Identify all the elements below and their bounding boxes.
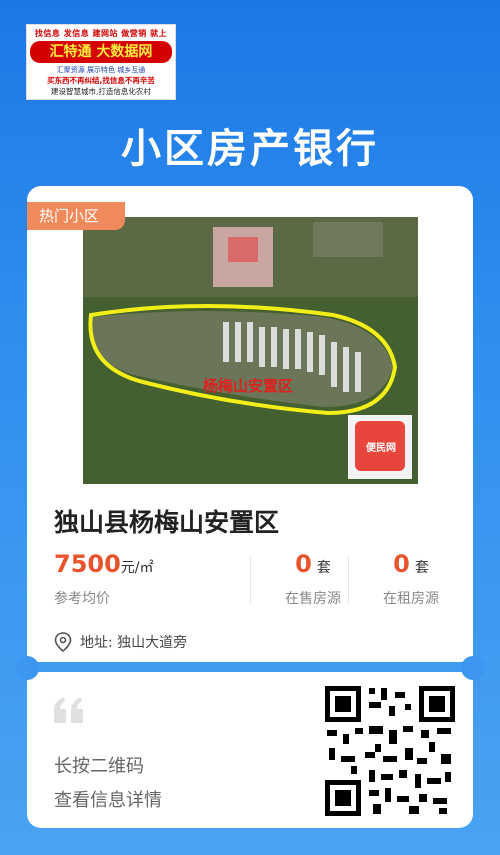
sale-suffix: 套 [316, 560, 331, 576]
price-label: 参考均价 [54, 591, 110, 607]
sale-count: 0 [295, 550, 312, 578]
page-title: 小区房产银行 [121, 126, 379, 172]
quote-icon [54, 697, 83, 723]
qr-code[interactable] [325, 686, 455, 816]
sponsor-banner[interactable]: 找信息 发信息 建网站 做营销 就上 汇特通 大数据网 汇聚资源 展示特色 城乡… [26, 24, 176, 100]
banner-slogan-line2: 建设智慧城市,打造信息化农村 [51, 87, 151, 96]
address-text: 地址: 独山大道旁 [80, 635, 188, 651]
hot-community-tag: 热门小区 [27, 202, 125, 230]
banner-slogan-top: 找信息 发信息 建网站 做营销 就上 [34, 29, 168, 38]
banner-slogan-line1: 买东西不再纠结,找信息不再辛苦 [47, 76, 155, 85]
community-name: 独山县杨梅山安置区 [54, 508, 280, 537]
qr-hint-line1: 长按二维码 [54, 756, 144, 777]
qr-badge-label: 便民网 [366, 443, 396, 454]
card-notch-right [461, 656, 485, 680]
address-row: 地址: 独山大道旁 [54, 632, 187, 652]
banner-brand: 汇特通 大数据网 [30, 41, 172, 63]
stat-divider [250, 555, 251, 605]
rent-label: 在租房源 [383, 591, 439, 607]
community-aerial-photo[interactable]: 杨梅山安置区 便民网 [83, 217, 418, 484]
for-rent-stat: 0 套 在租房源 [361, 550, 461, 608]
location-pin-icon [54, 632, 72, 652]
card-notch-left [15, 656, 39, 680]
banner-slogan-mid: 汇聚资源 展示特色 城乡互通 [56, 66, 146, 74]
qr-code-image [325, 686, 455, 816]
rent-suffix: 套 [414, 560, 429, 576]
price-value: 7500 [54, 550, 121, 578]
rent-count: 0 [393, 550, 410, 578]
qr-hint-line2: 查看信息详情 [54, 790, 162, 811]
photo-caption: 杨梅山安置区 [203, 377, 294, 395]
price-unit: 元/㎡ [120, 560, 154, 576]
stat-divider [348, 555, 349, 605]
price-stat: 7500元/㎡ 参考均价 [54, 550, 154, 608]
